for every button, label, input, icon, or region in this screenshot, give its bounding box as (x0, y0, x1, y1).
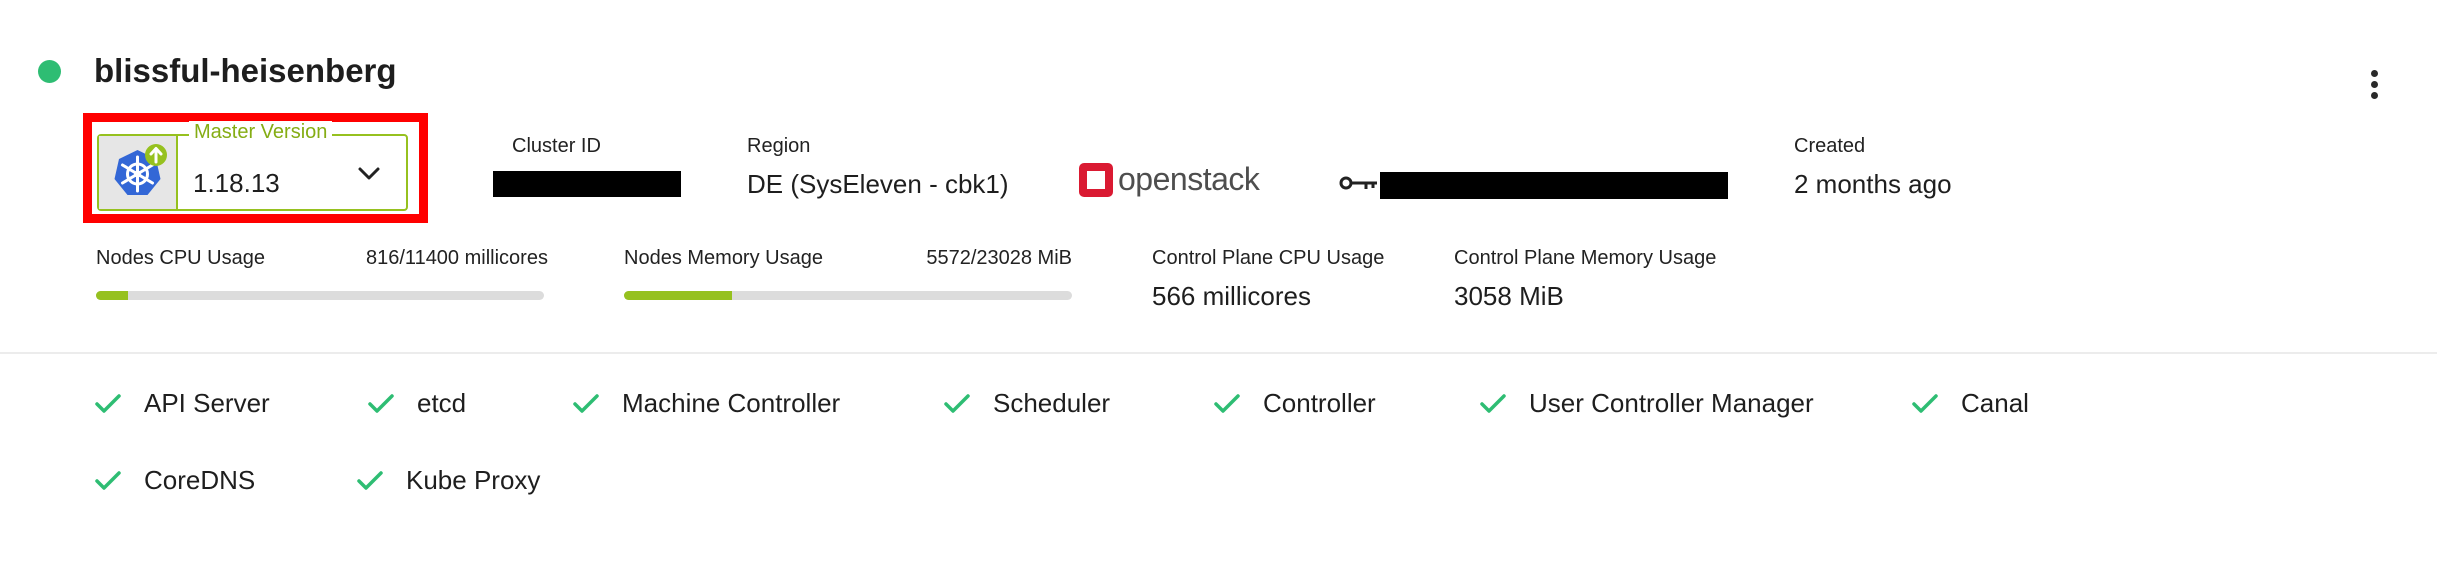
check-icon (1912, 393, 1938, 413)
nodes-cpu-bar (96, 291, 544, 300)
openstack-logo: openstack (1079, 161, 1260, 198)
kubernetes-upgrade-icon (99, 136, 178, 209)
nodes-memory-value: 5572/23028 MiB (926, 247, 1072, 269)
health-status-label: CoreDNS (144, 465, 256, 495)
check-icon (1214, 393, 1240, 413)
region-value: DE (SysEleven - cbk1) (747, 169, 1009, 199)
region-label: Region (747, 135, 811, 157)
health-status-item: API Server (94, 388, 270, 419)
master-version-label: Master Version (189, 121, 333, 144)
nodes-cpu-label: Nodes CPU Usage (96, 247, 265, 269)
check-icon (1480, 393, 1506, 413)
ssh-key-redacted (1380, 172, 1728, 199)
check-icon (944, 393, 970, 413)
health-status-item: User Controller Manager (1479, 388, 1814, 419)
health-status-label: etcd (417, 388, 467, 418)
nodes-memory-bar (624, 291, 1072, 300)
chevron-down-icon (358, 167, 380, 180)
health-status-item: etcd (367, 388, 466, 419)
provider-name: openstack (1118, 161, 1260, 197)
more-vert-icon[interactable] (2363, 64, 2387, 104)
nodes-cpu-value: 816/11400 millicores (366, 247, 548, 269)
cluster-id-label: Cluster ID (512, 135, 601, 157)
cluster-name: blissful-heisenberg (94, 52, 397, 89)
check-icon (573, 393, 599, 413)
section-divider (0, 352, 2437, 354)
created-value: 2 months ago (1794, 169, 1952, 199)
health-status-label: Machine Controller (622, 388, 841, 418)
cluster-id-redacted (493, 171, 681, 197)
health-status-item: CoreDNS (94, 465, 255, 496)
health-status-item: Scheduler (943, 388, 1110, 419)
master-version-select[interactable]: Master Version 1.18.13 (97, 121, 408, 211)
cp-cpu-value: 566 millicores (1152, 281, 1311, 311)
health-status-item: Controller (1213, 388, 1376, 419)
health-status-label: User Controller Manager (1529, 388, 1814, 418)
key-icon (1339, 176, 1377, 190)
check-icon (95, 393, 121, 413)
nodes-memory-bar-fill (624, 291, 733, 300)
health-status-label: Controller (1263, 388, 1376, 418)
health-status-label: Canal (1961, 388, 2029, 418)
health-status-item: Canal (1911, 388, 2029, 419)
cluster-status-dot (38, 60, 61, 83)
check-icon (368, 393, 394, 413)
cp-cpu-label: Control Plane CPU Usage (1152, 247, 1385, 269)
master-version-value: 1.18.13 (193, 168, 280, 198)
cp-memory-value: 3058 MiB (1454, 281, 1564, 311)
health-status-item: Machine Controller (572, 388, 840, 419)
cp-memory-label: Control Plane Memory Usage (1454, 247, 1717, 269)
check-icon (357, 470, 383, 490)
created-label: Created (1794, 135, 1866, 157)
nodes-memory-label: Nodes Memory Usage (624, 247, 823, 269)
nodes-cpu-bar-fill (96, 291, 129, 300)
health-status-item: Kube Proxy (356, 465, 540, 496)
check-icon (95, 470, 121, 490)
health-status-label: Kube Proxy (406, 465, 541, 495)
health-status-label: API Server (144, 388, 270, 418)
health-status-label: Scheduler (993, 388, 1111, 418)
